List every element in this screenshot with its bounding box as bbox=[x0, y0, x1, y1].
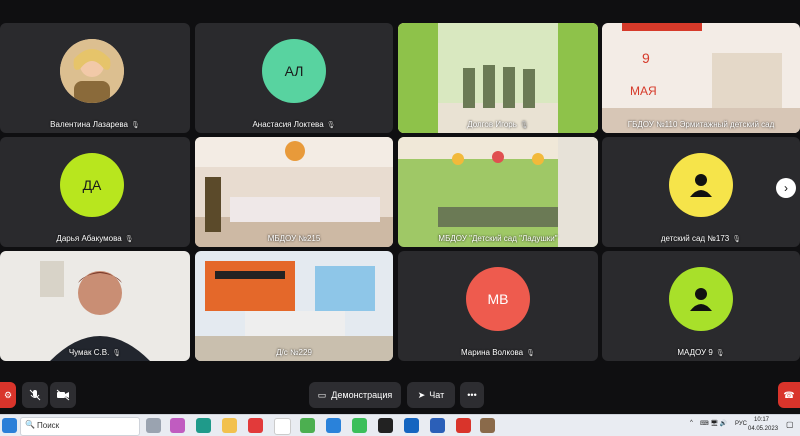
mic-off-icon: 🎙 bbox=[732, 236, 742, 243]
app-icon-6[interactable] bbox=[456, 418, 471, 433]
windows-start-icon[interactable] bbox=[2, 418, 17, 433]
mic-off-icon: 🎙 bbox=[124, 236, 134, 243]
person-icon bbox=[690, 288, 712, 311]
initials-avatar: ДА bbox=[60, 153, 124, 217]
mic-off-icon: 🎙 bbox=[715, 350, 725, 357]
participant-name: детский сад №173 🎙 bbox=[660, 234, 742, 243]
participant-tile-madou9[interactable]: МАДОУ 9 🎙 bbox=[602, 251, 800, 361]
call-toolbar: ⚙ ▭ Демонстрация ➤ Чат ••• ☎ bbox=[0, 376, 800, 414]
initials-avatar: АЛ bbox=[262, 39, 326, 103]
user-icon-avatar bbox=[669, 153, 733, 217]
chat-button[interactable]: ➤ Чат bbox=[407, 382, 455, 408]
svg-text:МАЯ: МАЯ bbox=[630, 84, 657, 98]
participant-photo bbox=[60, 39, 124, 103]
yandex-icon[interactable] bbox=[274, 418, 291, 435]
video-stream: 9 МАЯ bbox=[602, 23, 800, 133]
participant-tile-dolgov[interactable]: Долгов Игорь 🎙 bbox=[398, 23, 598, 133]
video-stream bbox=[398, 23, 598, 133]
settings-icon: ⚙ bbox=[3, 389, 13, 400]
taskbar-search[interactable]: 🔍 Поиск bbox=[20, 417, 140, 436]
video-stream bbox=[0, 251, 190, 361]
chevron-right-icon: › bbox=[784, 181, 788, 195]
chrome-icon[interactable] bbox=[300, 418, 315, 433]
settings-button[interactable]: ⚙ bbox=[0, 382, 16, 408]
participant-tile-mbdou215[interactable]: МБДОУ №215 bbox=[195, 137, 393, 247]
notification-icon[interactable]: ▢ bbox=[786, 420, 794, 429]
participant-name: Марина Волкова 🎙 bbox=[460, 348, 536, 357]
search-placeholder: Поиск bbox=[37, 421, 60, 430]
participant-name: МБДОУ "Детский сад "Ладушки" bbox=[438, 234, 558, 243]
svg-text:9: 9 bbox=[642, 50, 650, 66]
participant-name: МБДОУ №215 bbox=[267, 234, 321, 243]
app-icon-2[interactable] bbox=[326, 418, 341, 433]
screen-share-button[interactable]: ▭ Демонстрация bbox=[309, 382, 401, 408]
participant-name: Анастасия Локтева 🎙 bbox=[252, 120, 336, 129]
participant-name: Дарья Абакумова 🎙 bbox=[56, 234, 134, 243]
chat-icon: ➤ bbox=[417, 389, 426, 400]
participant-name: Долгов Игорь 🎙 bbox=[467, 120, 529, 129]
participant-name: Валентина Лазарева 🎙 bbox=[50, 120, 140, 129]
participant-tile-ds173[interactable]: детский сад №173 🎙 bbox=[602, 137, 800, 247]
participant-name: Чумак С.В. 🎙 bbox=[68, 348, 122, 357]
mic-toggle-button[interactable] bbox=[22, 382, 48, 408]
video-stream bbox=[195, 137, 393, 247]
participant-tile-ladushki[interactable]: МБДОУ "Детский сад "Ладушки" bbox=[398, 137, 598, 247]
user-icon-avatar bbox=[669, 267, 733, 331]
app-icon-3[interactable] bbox=[352, 418, 367, 433]
participant-name: ГБДОУ №110 Эрмитажный детский сад bbox=[627, 120, 775, 129]
mic-off-icon: 🎙 bbox=[112, 350, 122, 357]
participant-tile-lokteva[interactable]: АЛ Анастасия Локтева 🎙 bbox=[195, 23, 393, 133]
explorer-icon[interactable] bbox=[222, 418, 237, 433]
edge-icon[interactable] bbox=[196, 418, 211, 433]
app-icon-4[interactable] bbox=[378, 418, 393, 433]
participant-tile-abakumova[interactable]: ДА Дарья Абакумова 🎙 bbox=[0, 137, 190, 247]
app-icon-5[interactable] bbox=[404, 418, 419, 433]
initials-avatar: МВ bbox=[466, 267, 530, 331]
camera-off-icon bbox=[56, 389, 70, 401]
clock-time[interactable]: 10:17 bbox=[754, 417, 769, 423]
video-stream bbox=[398, 137, 598, 247]
mic-off-icon bbox=[29, 389, 41, 401]
end-call-button[interactable]: ☎ bbox=[778, 382, 800, 408]
participant-tile-lazareva[interactable]: Валентина Лазарева 🎙 bbox=[0, 23, 190, 133]
tray-icons: ⌨ 🖥 🔊 bbox=[700, 421, 728, 427]
hangup-icon: ☎ bbox=[783, 389, 795, 400]
mic-off-icon: 🎙 bbox=[526, 350, 536, 357]
clock-date[interactable]: 04.05.2023 bbox=[748, 426, 778, 432]
next-page-button[interactable]: › bbox=[776, 178, 796, 198]
opera-icon[interactable] bbox=[248, 418, 263, 433]
participant-tile-chumak[interactable]: Чумак С.В. 🎙 bbox=[0, 251, 190, 361]
participant-tile-gbdou110[interactable]: 9 МАЯ ГБДОУ №110 Эрмитажный детский сад bbox=[602, 23, 800, 133]
app-icon-7[interactable] bbox=[480, 418, 495, 433]
mic-icon: 🎙 bbox=[519, 122, 529, 129]
task-view-icon[interactable] bbox=[146, 418, 161, 433]
participant-tile-ds229[interactable]: Д/с №229 bbox=[195, 251, 393, 361]
camera-toggle-button[interactable] bbox=[50, 382, 76, 408]
mic-off-icon: 🎙 bbox=[130, 122, 140, 129]
mic-off-icon: 🎙 bbox=[326, 122, 336, 129]
video-stream bbox=[195, 251, 393, 361]
tray-chevron-icon[interactable]: ^ bbox=[690, 420, 693, 426]
screen-share-icon: ▭ bbox=[317, 389, 327, 400]
participant-tile-volkova[interactable]: МВ Марина Волкова 🎙 bbox=[398, 251, 598, 361]
windows-taskbar: 🔍 Поиск ^ ⌨ 🖥 🔊 РУС 10:17 04.05.2023 ▢ bbox=[0, 414, 800, 436]
keyboard-language[interactable]: РУС bbox=[735, 421, 747, 427]
search-icon: 🔍 bbox=[25, 420, 35, 429]
app-icon-1[interactable] bbox=[170, 418, 185, 433]
mail-icon[interactable] bbox=[430, 418, 445, 433]
person-icon bbox=[690, 174, 712, 197]
more-button[interactable]: ••• bbox=[460, 382, 484, 408]
participant-name: МАДОУ 9 🎙 bbox=[677, 348, 725, 357]
participant-name: Д/с №229 bbox=[276, 348, 312, 357]
